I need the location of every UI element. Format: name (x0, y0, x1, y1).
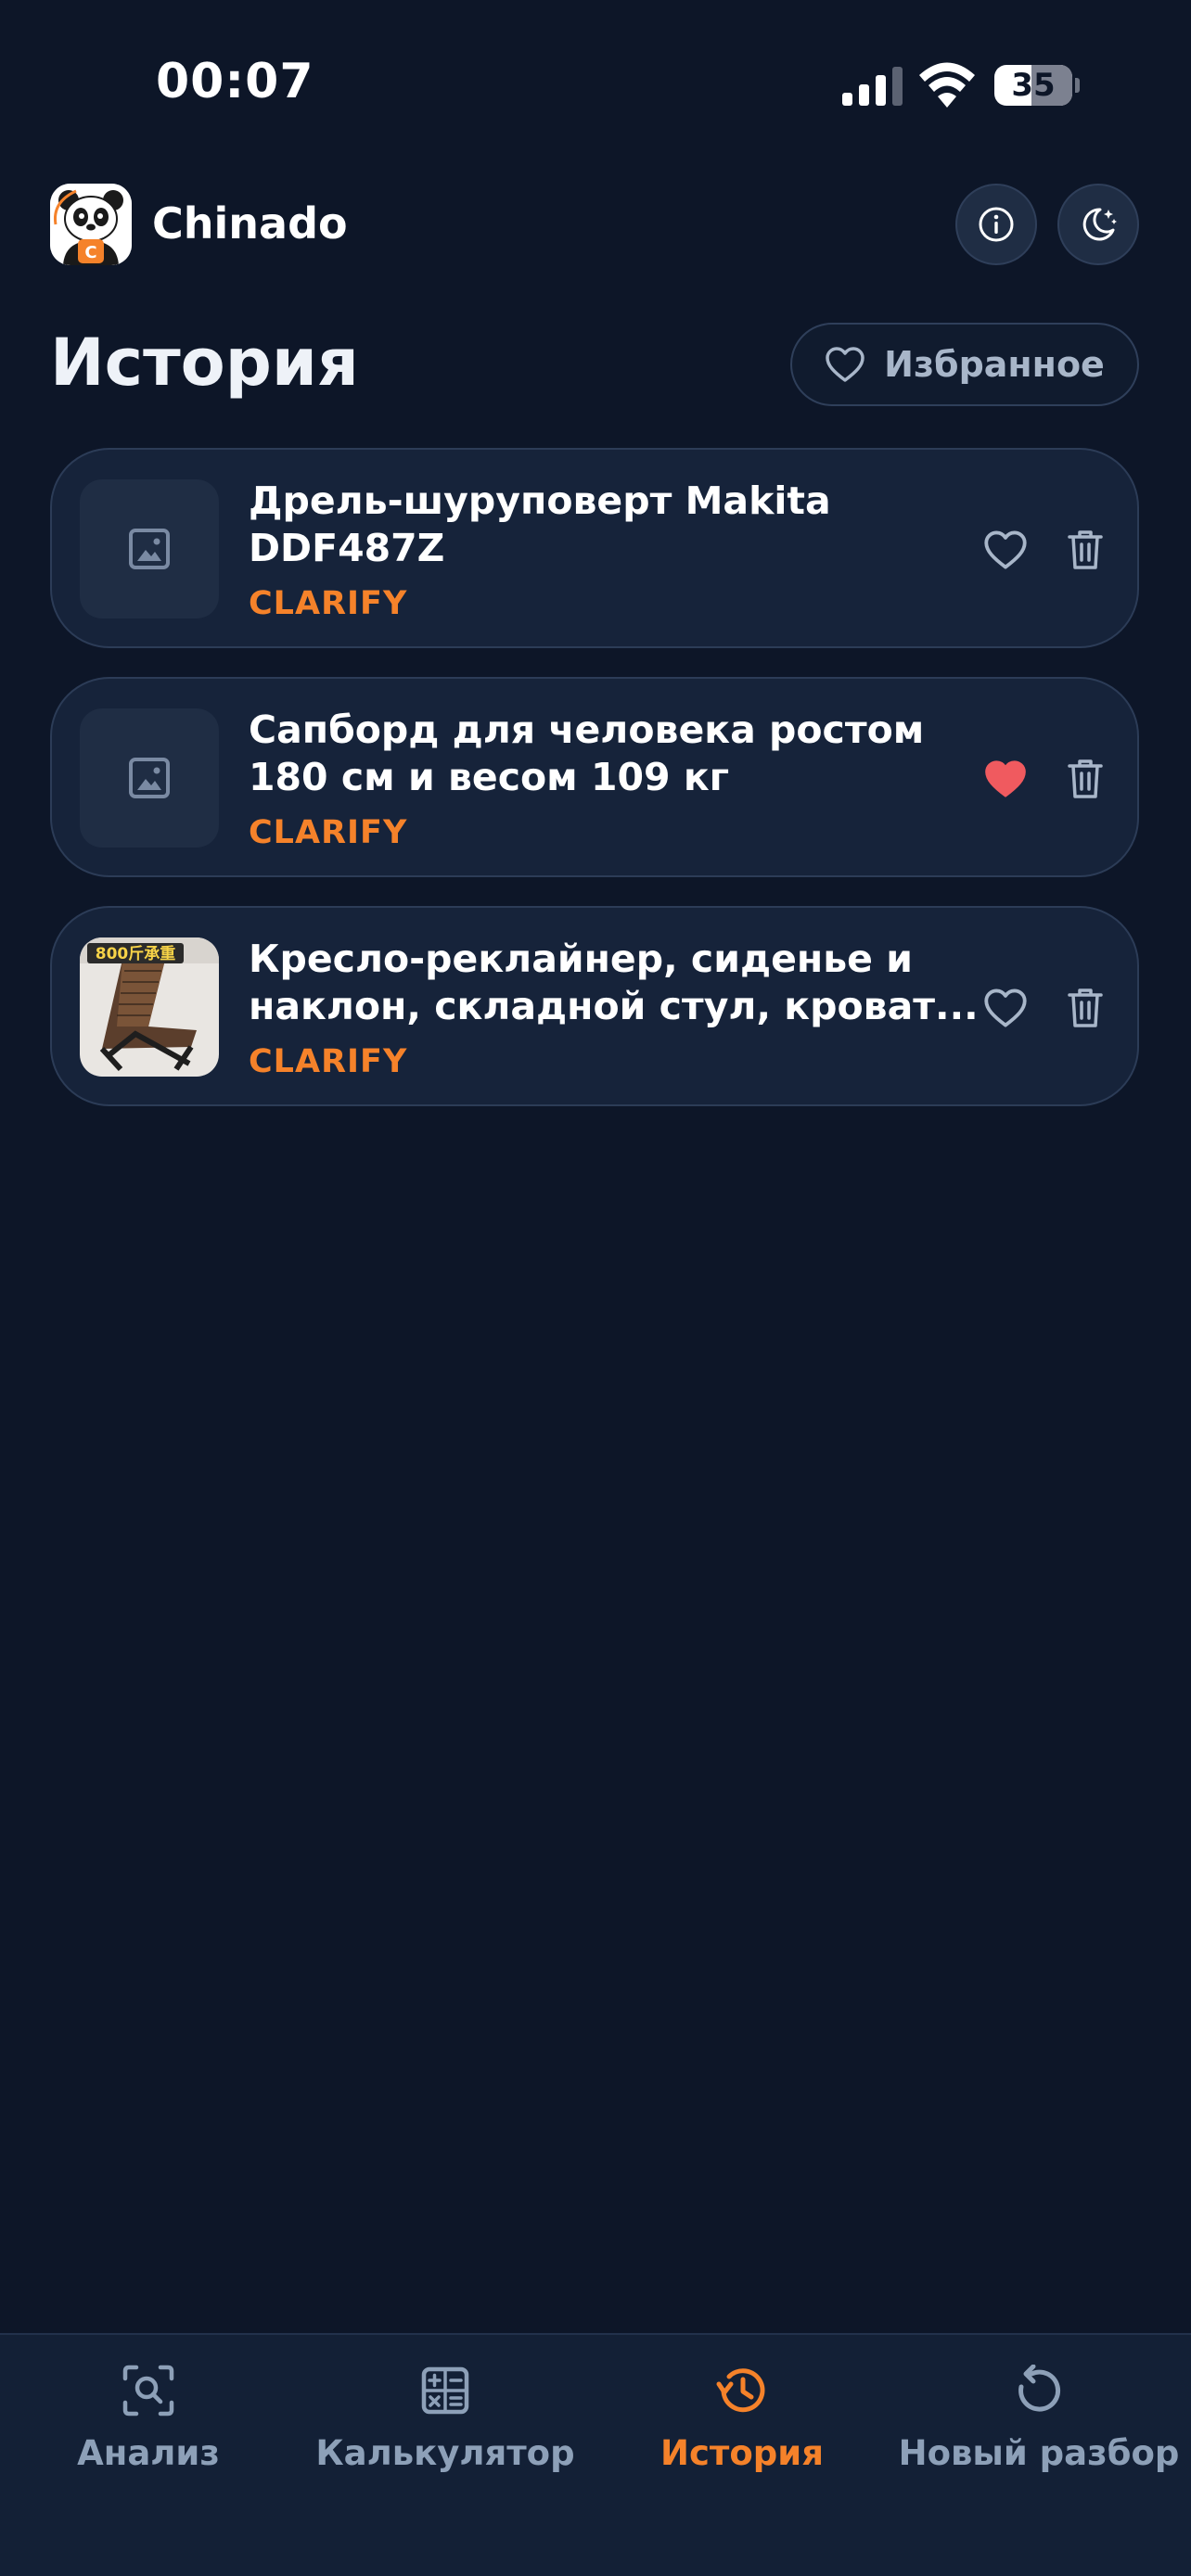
nav-label: Новый разбор (898, 2433, 1180, 2473)
refresh-icon (1009, 2361, 1069, 2420)
scan-search-icon (119, 2361, 178, 2420)
bottom-navigation: Анализ Калькулятор История Новый разбор (0, 2333, 1191, 2576)
moon-stars-icon (1082, 208, 1117, 241)
image-placeholder-icon (129, 758, 170, 798)
trash-icon (1068, 988, 1103, 1027)
nav-label: Анализ (77, 2433, 220, 2473)
trash-icon (1068, 759, 1103, 798)
history-card[interactable]: Сапборд для человека ростом 180 см и вес… (50, 677, 1139, 877)
svg-text:800斤承重: 800斤承重 (96, 944, 176, 963)
heart-filled-icon (985, 760, 1026, 797)
item-tag: CLARIFY (249, 1043, 408, 1080)
item-tag: CLARIFY (249, 585, 408, 622)
history-card[interactable]: Дрель-шуруповерт Makita DDF487Z CLARIFY (50, 448, 1139, 648)
item-title: Сапборд для человека ростом 180 см и вес… (249, 708, 925, 799)
favorites-label: Избранное (884, 344, 1105, 385)
status-bar: 00:07 35 (0, 0, 1191, 176)
item-title: Дрель-шуруповерт Makita DDF487Z (249, 478, 831, 570)
app-name: Chinado (152, 198, 348, 249)
thumbnail-placeholder (80, 708, 219, 848)
history-list: Дрель-шуруповерт Makita DDF487Z CLARIFY … (50, 448, 1139, 1135)
nav-label: История (660, 2433, 824, 2473)
app-logo: C (50, 184, 132, 265)
panda-logo-icon: C (50, 184, 132, 265)
nav-tab-history[interactable]: История (594, 2361, 890, 2491)
favorite-button[interactable] (978, 751, 1033, 807)
delete-button[interactable] (1059, 751, 1111, 807)
recliner-chair-image: 800斤承重 (80, 937, 219, 1077)
history-icon (712, 2361, 772, 2420)
app-header: C Chinado (0, 176, 1191, 315)
cellular-signal-icon (842, 67, 903, 106)
wifi-icon (919, 62, 975, 108)
thumbnail-placeholder (80, 479, 219, 618)
product-thumbnail: 800斤承重 (80, 937, 219, 1077)
status-time: 00:07 (156, 54, 314, 109)
delete-button[interactable] (1059, 980, 1111, 1036)
trash-icon (1068, 530, 1103, 569)
nav-tab-analysis[interactable]: Анализ (0, 2361, 297, 2491)
item-title: Кресло-реклайнер, сиденье и наклон, скла… (249, 937, 979, 1028)
theme-toggle-button[interactable] (1057, 184, 1139, 265)
item-tag: CLARIFY (249, 814, 408, 851)
battery-level: 35 (1011, 67, 1056, 104)
heart-outline-icon (826, 347, 864, 382)
delete-button[interactable] (1059, 522, 1111, 578)
history-card[interactable]: 800斤承重 Кресло-реклайнер, сиденье и накло… (50, 906, 1139, 1106)
nav-tab-calculator[interactable]: Калькулятор (297, 2361, 594, 2491)
nav-tab-new-analysis[interactable]: Новый разбор (890, 2361, 1187, 2491)
image-placeholder-icon (129, 529, 170, 569)
nav-label: Калькулятор (315, 2433, 575, 2473)
heart-outline-icon (984, 988, 1027, 1027)
favorites-filter-button[interactable]: Избранное (790, 323, 1139, 406)
info-button[interactable] (955, 184, 1037, 265)
svg-text:C: C (84, 243, 96, 262)
favorite-button[interactable] (978, 980, 1033, 1036)
calculator-icon (416, 2361, 475, 2420)
page-title: История (50, 325, 359, 401)
battery-icon: 35 (994, 65, 1080, 106)
info-icon (979, 207, 1014, 242)
heart-outline-icon (984, 530, 1027, 569)
favorite-button[interactable] (978, 522, 1033, 578)
